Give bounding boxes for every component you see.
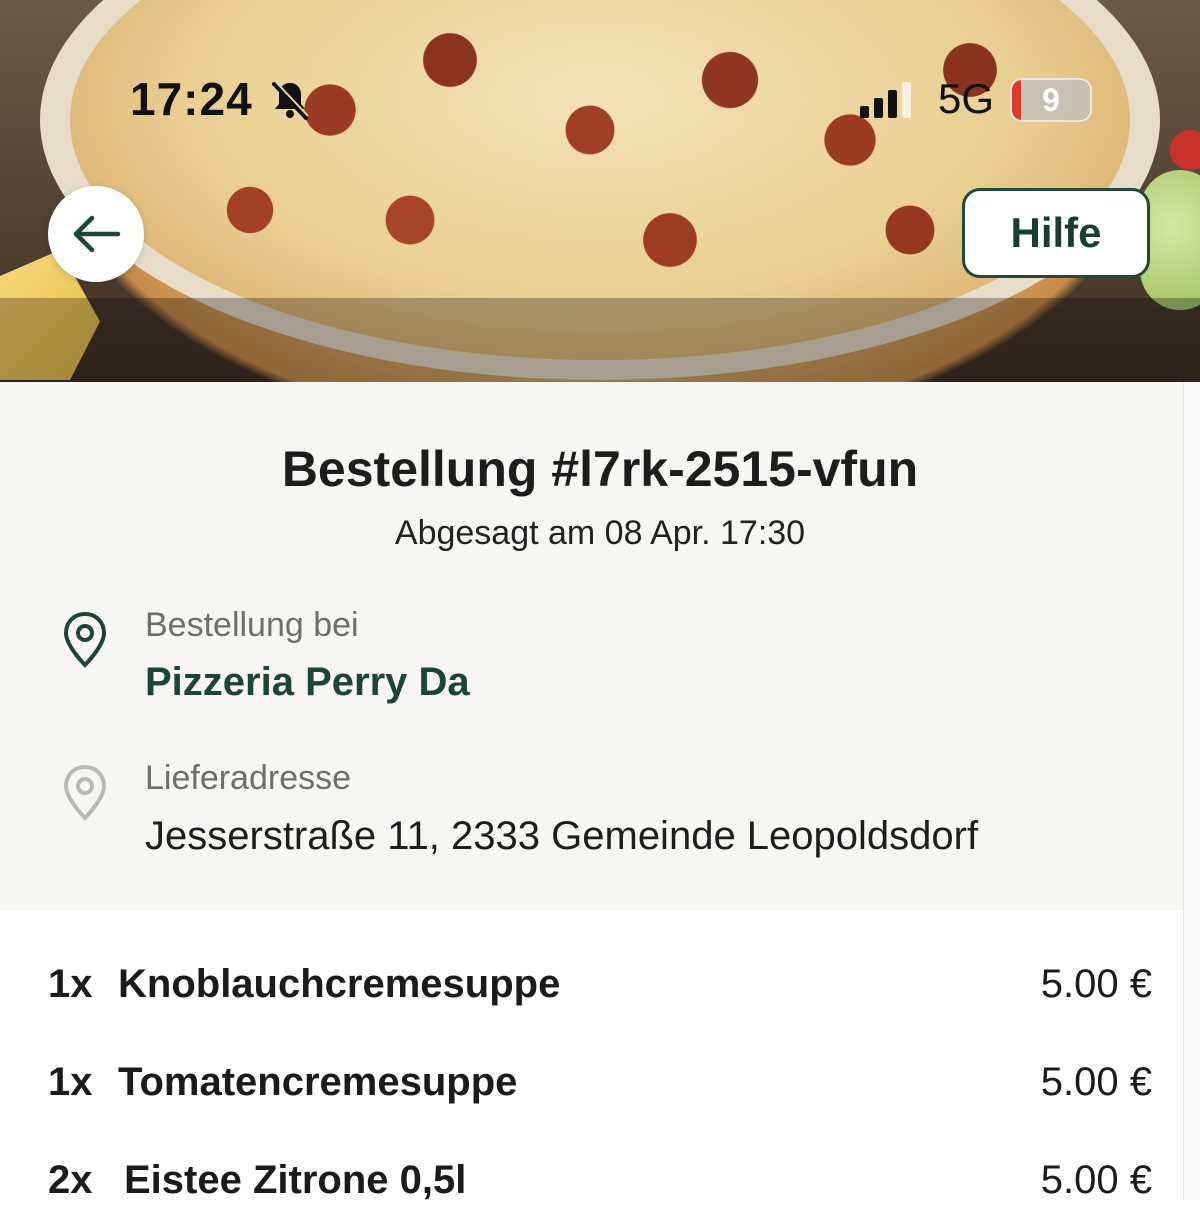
bell-muted-icon <box>272 81 309 120</box>
list-item: 1x Knoblauchcremesuppe 5.00 € <box>48 962 1152 1022</box>
order-info-panel: Bestellung #l7rk-2515-vfun Abgesagt am 0… <box>0 382 1183 910</box>
item-quantity: 2x <box>48 1158 93 1202</box>
item-name: Tomatencremesuppe <box>118 1060 518 1104</box>
delivery-address: Jesserstraße 11, 2333 Gemeinde Leopoldsd… <box>145 814 979 858</box>
back-button[interactable] <box>48 186 144 282</box>
list-item: 2x Eistee Zitrone 0,5l 5.00 € <box>48 1158 1152 1218</box>
item-quantity: 1x <box>48 962 93 1006</box>
signal-icon <box>860 82 911 118</box>
tomato-garnish <box>1170 130 1200 170</box>
order-status: Abgesagt am 08 Apr. 17:30 <box>394 514 806 552</box>
arrow-left-icon <box>73 215 121 253</box>
network-type: 5G <box>938 75 995 122</box>
restaurant-label: Bestellung bei <box>145 606 359 644</box>
location-pin-icon <box>63 764 107 821</box>
battery-percent: 9 <box>1042 82 1060 118</box>
item-price: 5.00 € <box>1040 962 1152 1006</box>
hero-shade <box>0 298 1200 382</box>
item-price: 5.00 € <box>1040 1158 1152 1202</box>
status-time: 17:24 <box>130 73 253 125</box>
order-title: Bestellung #l7rk-2515-vfun <box>281 441 919 497</box>
item-name: Eistee Zitrone 0,5l <box>124 1158 467 1202</box>
restaurant-name[interactable]: Pizzeria Perry Da <box>145 660 470 705</box>
battery-icon: 9 <box>1010 78 1092 122</box>
help-button[interactable]: Hilfe <box>962 188 1150 278</box>
scrollbar[interactable] <box>1183 382 1200 1200</box>
item-name: Knoblauchcremesuppe <box>118 962 561 1006</box>
delivery-label: Lieferadresse <box>145 759 352 797</box>
list-item: 1x Tomatencremesuppe 5.00 € <box>48 1060 1152 1120</box>
item-quantity: 1x <box>48 1060 93 1104</box>
location-pin-icon <box>63 611 107 668</box>
item-price: 5.00 € <box>1040 1060 1152 1104</box>
